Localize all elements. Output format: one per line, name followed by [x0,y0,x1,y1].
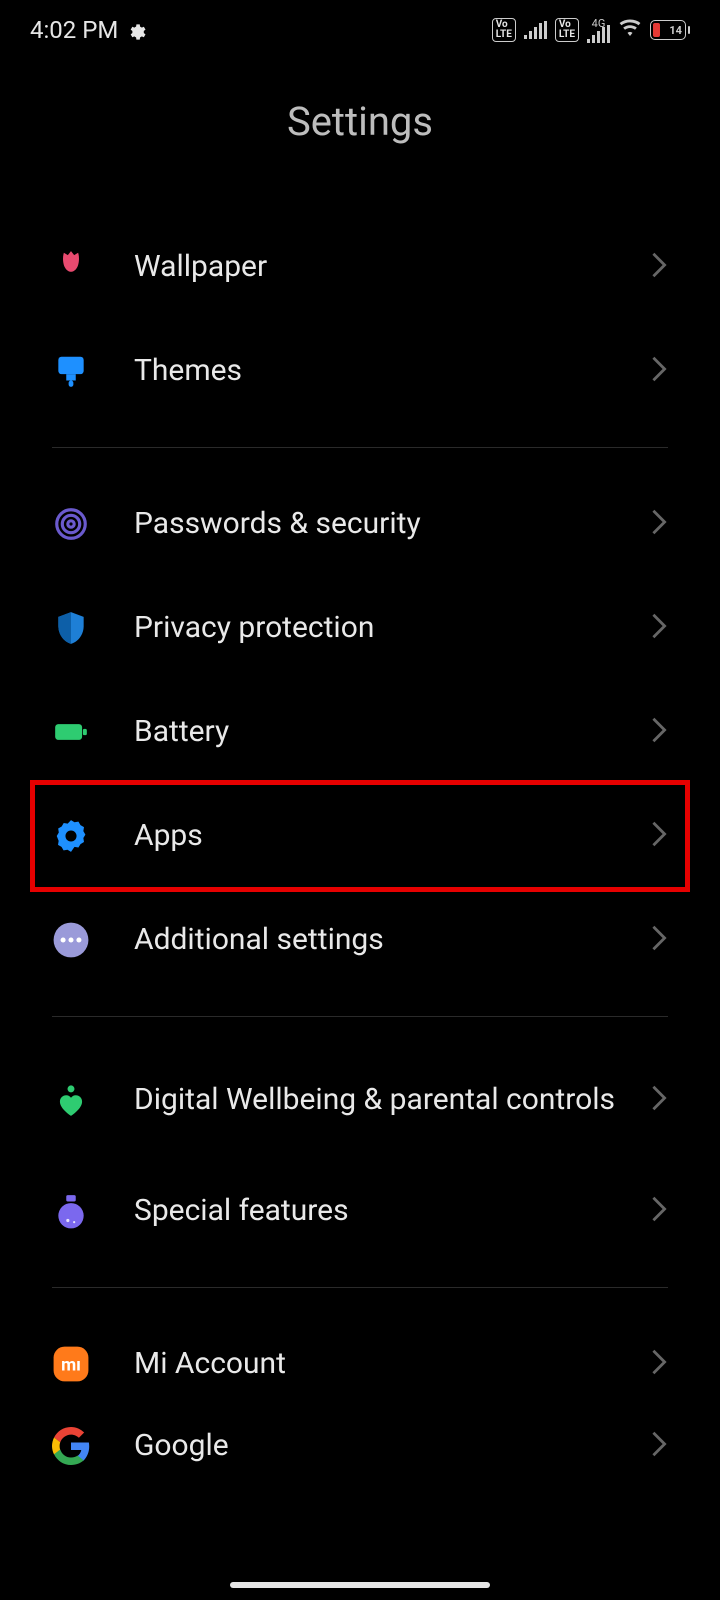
settings-item-additional-settings[interactable]: Additional settings [0,888,720,992]
home-indicator[interactable] [230,1582,490,1588]
battery-icon [52,713,90,751]
svg-text:mı: mı [61,1355,81,1375]
divider [52,447,668,448]
status-bar[interactable]: 4:02 PM VoLTE VoLTE 4G 14 [0,0,720,60]
wifi-icon [618,15,642,45]
row-label: Passwords & security [134,505,650,543]
volte-icon-2: VoLTE [555,18,579,42]
row-label: Privacy protection [134,609,650,647]
chevron-right-icon [650,1084,668,1116]
chevron-right-icon [650,612,668,644]
settings-item-google[interactable]: Google [0,1416,720,1476]
gear-icon [126,20,146,40]
row-label: Google [134,1427,650,1465]
settings-list: Wallpaper Themes Passwords & security Pr… [0,215,720,1476]
row-label: Special features [134,1192,650,1230]
settings-item-privacy-protection[interactable]: Privacy protection [0,576,720,680]
row-label: Digital Wellbeing & parental controls [134,1081,650,1119]
status-left: 4:02 PM [30,16,146,44]
signal-icon [524,21,547,39]
shield-icon [52,609,90,647]
tulip-icon [52,248,90,286]
row-label: Battery [134,713,650,751]
chevron-right-icon [650,924,668,956]
settings-item-passwords-security[interactable]: Passwords & security [0,472,720,576]
settings-item-battery[interactable]: Battery [0,680,720,784]
row-label: Themes [134,352,650,390]
row-label: Additional settings [134,921,650,959]
fingerprint-icon [52,505,90,543]
google-icon [52,1427,90,1465]
page-title: Settings [0,98,720,145]
chevron-right-icon [650,1348,668,1380]
mi-icon: mı [52,1345,90,1383]
clock: 4:02 PM [30,16,118,44]
status-right: VoLTE VoLTE 4G 14 [492,15,690,45]
row-label: Mi Account [134,1345,650,1383]
settings-item-mi-account[interactable]: mı Mi Account [0,1312,720,1416]
dots-icon [52,921,90,959]
chevron-right-icon [650,716,668,748]
flask-icon [52,1192,90,1230]
battery-level: 14 [669,24,682,37]
chevron-right-icon [650,1430,668,1462]
chevron-right-icon [650,820,668,852]
chevron-right-icon [650,1195,668,1227]
wellbeing-icon [52,1081,90,1119]
volte-icon: VoLTE [492,18,516,42]
settings-item-apps[interactable]: Apps [0,784,720,888]
chevron-right-icon [650,251,668,283]
settings-item-special-features[interactable]: Special features [0,1159,720,1263]
divider [52,1016,668,1017]
row-label: Apps [134,817,650,855]
gear-icon [52,817,90,855]
settings-item-themes[interactable]: Themes [0,319,720,423]
paintbrush-icon [52,352,90,390]
divider [52,1287,668,1288]
settings-item-digital-wellbeing[interactable]: Digital Wellbeing & parental controls [0,1041,720,1159]
settings-item-wallpaper[interactable]: Wallpaper [0,215,720,319]
chevron-right-icon [650,355,668,387]
signal-icon-2 [587,29,610,43]
chevron-right-icon [650,508,668,540]
battery-icon: 14 [650,20,690,40]
row-label: Wallpaper [134,248,650,286]
